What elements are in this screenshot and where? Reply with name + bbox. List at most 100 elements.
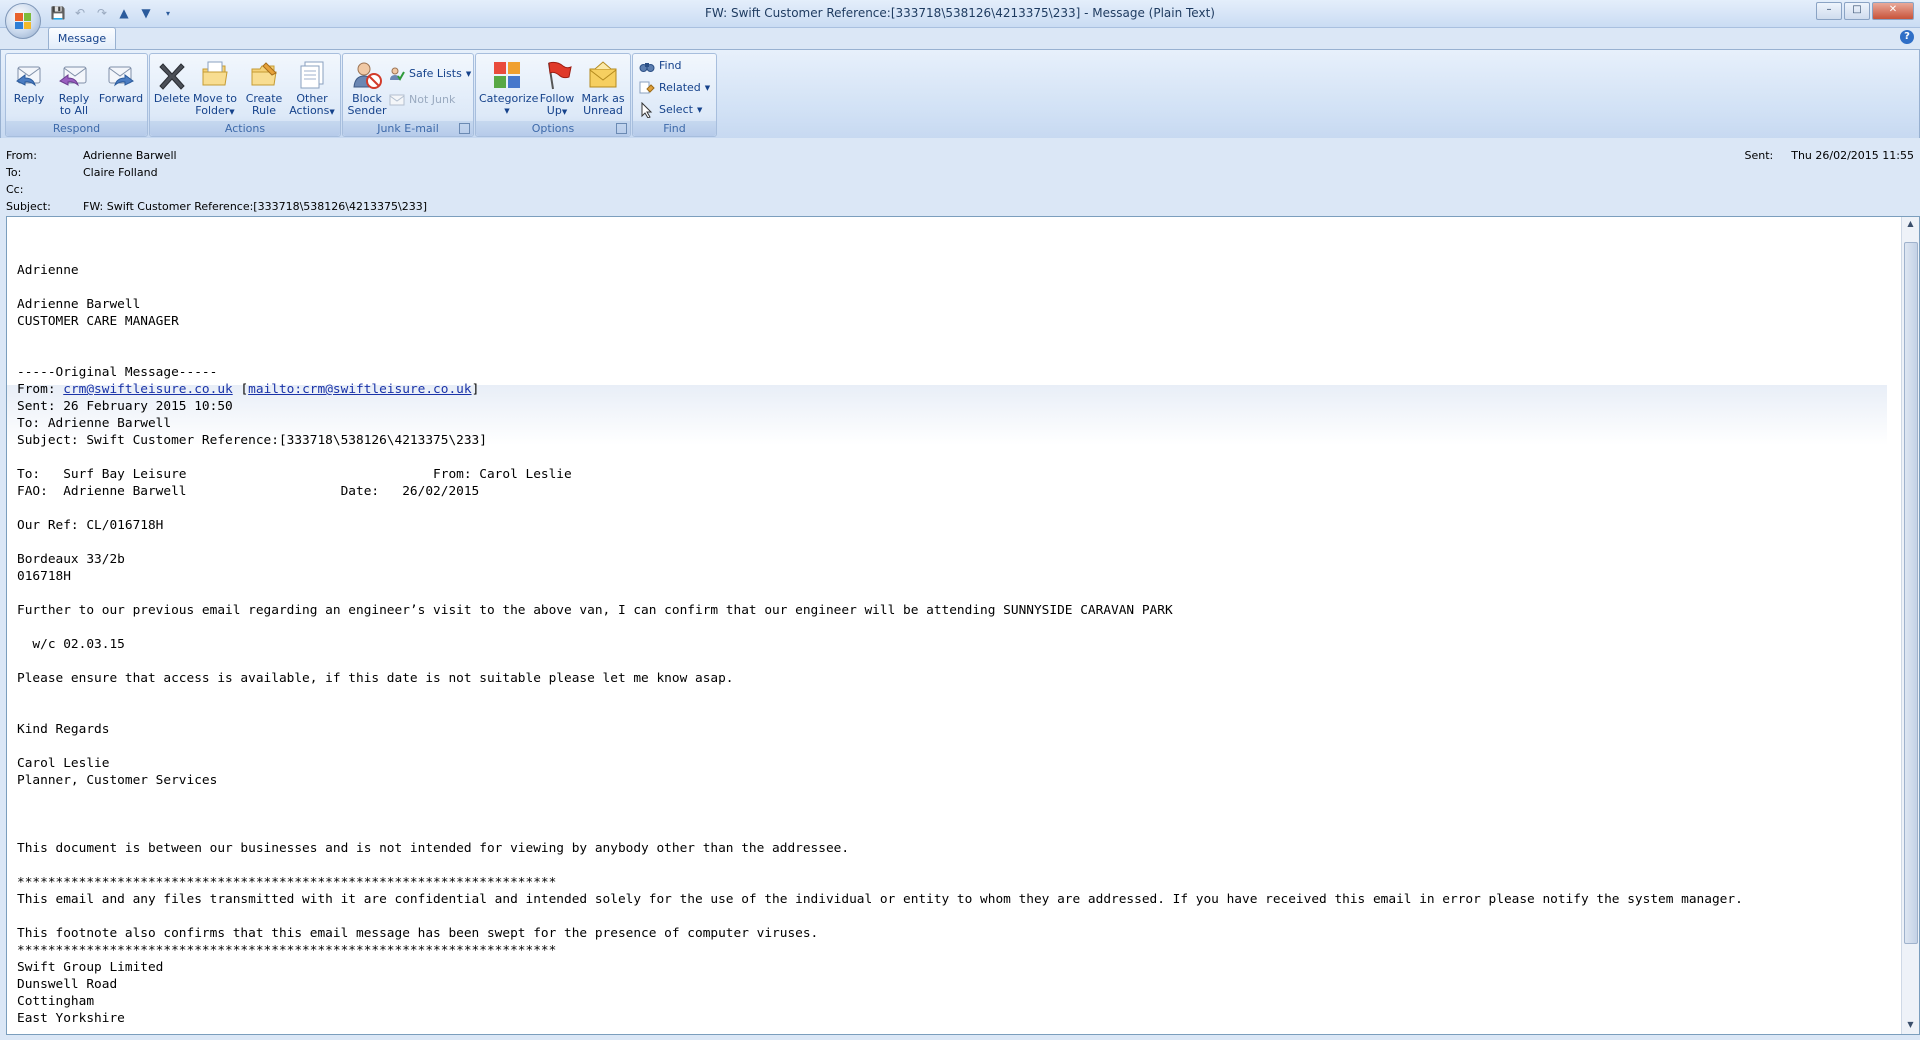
body-line: Further to our previous email regarding … bbox=[17, 603, 1173, 618]
group-junk-email: Block Sender Safe Lists ▼ Not Junk Junk … bbox=[342, 53, 474, 137]
body-line: Cottingham bbox=[17, 994, 95, 1009]
follow-up-button[interactable]: Follow Up▼ bbox=[537, 56, 577, 119]
scrollbar-thumb[interactable] bbox=[1904, 242, 1918, 944]
body-line: Our Ref: CL/016718H bbox=[17, 518, 164, 533]
dropdown-arrow-icon: ▼ bbox=[465, 70, 472, 78]
mark-as-unread-label-line2: Unread bbox=[583, 104, 623, 117]
body-line: Swift Group Limited bbox=[17, 960, 164, 975]
to-label: To: bbox=[6, 166, 22, 179]
group-find-label: Find bbox=[633, 121, 716, 136]
body-line: ****************************************… bbox=[17, 875, 557, 890]
reply-label: Reply bbox=[13, 92, 45, 105]
mark-as-unread-button[interactable]: Mark as Unread bbox=[579, 56, 627, 119]
from-value[interactable]: Adrienne Barwell bbox=[83, 149, 177, 162]
delete-button[interactable]: Delete bbox=[153, 56, 191, 119]
forward-label: Forward bbox=[98, 92, 144, 105]
follow-up-label-line2: Up bbox=[546, 104, 562, 117]
minimize-button[interactable]: – bbox=[1816, 2, 1842, 20]
move-to-folder-button[interactable]: Move to Folder▼ bbox=[192, 56, 238, 119]
options-launcher-icon[interactable] bbox=[616, 123, 627, 134]
body-line: Planner, Customer Services bbox=[17, 773, 218, 788]
reply-icon bbox=[13, 59, 45, 91]
group-options: Categorize ▼ Follow Up▼ Mark as Unread O… bbox=[475, 53, 631, 137]
mailto-link[interactable]: mailto:crm@swiftleisure.co.uk bbox=[248, 382, 471, 397]
block-sender-label-line2: Sender bbox=[347, 104, 387, 117]
tab-message[interactable]: Message bbox=[48, 27, 116, 50]
not-junk-icon bbox=[389, 92, 405, 108]
from-label: From: bbox=[6, 149, 37, 162]
categorize-button[interactable]: Categorize ▼ bbox=[479, 56, 539, 119]
reply-all-button[interactable]: Reply to All bbox=[52, 56, 96, 119]
body-line: Please ensure that access is available, … bbox=[17, 671, 734, 686]
group-respond-label: Respond bbox=[6, 121, 147, 136]
safe-lists-icon bbox=[389, 66, 405, 82]
mark-as-unread-icon bbox=[587, 59, 619, 91]
junk-email-options-launcher-icon[interactable] bbox=[459, 123, 470, 134]
body-line: This document is between our businesses … bbox=[17, 841, 850, 856]
office-logo-icon bbox=[15, 13, 31, 29]
body-line: CUSTOMER CARE MANAGER bbox=[17, 314, 179, 329]
related-button[interactable]: Related ▼ bbox=[639, 78, 710, 98]
body-line: To: Adrienne Barwell bbox=[17, 416, 172, 431]
close-button[interactable]: ✕ bbox=[1872, 2, 1914, 20]
message-header: From: Adrienne Barwell To: Claire Follan… bbox=[0, 138, 1920, 215]
reply-button[interactable]: Reply bbox=[9, 56, 49, 119]
categorize-label: Categorize bbox=[479, 92, 539, 105]
select-button[interactable]: Select ▼ bbox=[639, 100, 702, 120]
create-rule-icon bbox=[248, 59, 280, 91]
categorize-icon bbox=[491, 59, 523, 91]
message-body[interactable]: Adrienne Adrienne Barwell CUSTOMER CARE … bbox=[6, 216, 1920, 1035]
forward-icon bbox=[105, 59, 137, 91]
move-to-folder-label-line2: Folder bbox=[195, 104, 230, 117]
body-line: 016718H bbox=[17, 569, 71, 584]
block-sender-button[interactable]: Block Sender bbox=[346, 56, 388, 119]
create-rule-button[interactable]: Create Rule bbox=[243, 56, 285, 119]
select-label: Select bbox=[659, 103, 693, 116]
reply-all-label-line2: to All bbox=[59, 104, 89, 117]
not-junk-label: Not Junk bbox=[409, 93, 456, 106]
to-value[interactable]: Claire Folland bbox=[83, 166, 158, 179]
follow-up-flag-icon bbox=[541, 59, 573, 91]
body-line: Kind Regards bbox=[17, 722, 110, 737]
dropdown-arrow-icon: ▼ bbox=[229, 108, 235, 116]
body-line: Sent: 26 February 2015 10:50 bbox=[17, 399, 233, 414]
safe-lists-button[interactable]: Safe Lists ▼ bbox=[389, 64, 471, 84]
dropdown-arrow-icon: ▼ bbox=[704, 84, 711, 92]
find-button[interactable]: Find bbox=[639, 56, 682, 76]
create-rule-label-line2: Rule bbox=[252, 104, 276, 117]
help-icon[interactable]: ? bbox=[1900, 30, 1914, 44]
window-title: FW: Swift Customer Reference:[333718\538… bbox=[705, 6, 1215, 20]
group-junk-email-label: Junk E-mail bbox=[343, 121, 473, 136]
body-line: Dunswell Road bbox=[17, 977, 118, 992]
delete-label: Delete bbox=[153, 92, 191, 105]
sent-label: Sent: bbox=[1744, 149, 1774, 162]
dropdown-arrow-icon: ▼ bbox=[561, 108, 568, 116]
maximize-button[interactable]: □ bbox=[1844, 2, 1870, 20]
body-line: Adrienne bbox=[17, 263, 79, 278]
block-sender-icon bbox=[351, 59, 383, 91]
vertical-scrollbar[interactable]: ▲ ▼ bbox=[1901, 217, 1919, 1034]
safe-lists-label: Safe Lists bbox=[409, 67, 462, 80]
office-button[interactable] bbox=[5, 3, 41, 39]
ribbon: Reply Reply to All Forward Respond Delet… bbox=[0, 49, 1920, 139]
dropdown-arrow-icon: ▼ bbox=[504, 107, 510, 115]
forward-button[interactable]: Forward bbox=[98, 56, 144, 119]
body-line: FAO: Adrienne Barwell Date: 26/02/2015 bbox=[17, 484, 480, 499]
body-line: East Yorkshire bbox=[17, 1011, 125, 1026]
other-actions-label-line2: Actions bbox=[289, 104, 330, 117]
not-junk-button[interactable]: Not Junk bbox=[389, 90, 455, 110]
body-line: -----Original Message----- bbox=[17, 365, 218, 380]
email-link[interactable]: crm@swiftleisure.co.uk bbox=[63, 382, 233, 397]
ribbon-tab-row: Message ? bbox=[0, 27, 1920, 50]
scroll-up-arrow-icon[interactable]: ▲ bbox=[1904, 219, 1917, 231]
related-label: Related bbox=[659, 81, 701, 94]
scroll-down-arrow-icon[interactable]: ▼ bbox=[1904, 1020, 1917, 1032]
other-actions-button[interactable]: Other Actions▼ bbox=[287, 56, 337, 119]
other-actions-icon bbox=[296, 59, 328, 91]
title-bar: 💾 ↶ ↷ ▲ ▼ ▾ FW: Swift Customer Reference… bbox=[0, 0, 1920, 39]
body-line: This footnote also confirms that this em… bbox=[17, 926, 819, 941]
dropdown-arrow-icon: ▼ bbox=[696, 106, 703, 114]
subject-label: Subject: bbox=[6, 200, 51, 213]
message-body-text: Adrienne Adrienne Barwell CUSTOMER CARE … bbox=[17, 262, 1887, 1027]
group-respond: Reply Reply to All Forward Respond bbox=[5, 53, 148, 137]
